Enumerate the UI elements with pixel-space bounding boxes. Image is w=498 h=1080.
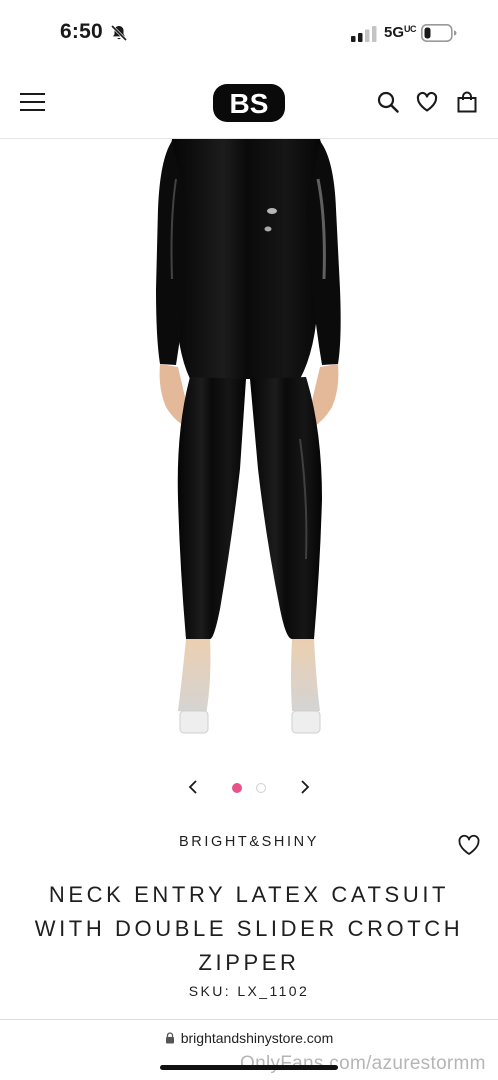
product-title: NECK ENTRY LATEX CATSUIT WITH DOUBLE SLI…	[34, 882, 464, 975]
network-type: 5G	[384, 24, 405, 41]
search-icon[interactable]	[377, 91, 399, 113]
hamburger-menu-icon[interactable]	[20, 92, 45, 112]
logo-text: BS	[230, 88, 269, 119]
brand-logo[interactable]: BS	[213, 84, 285, 122]
url-text[interactable]: brightandshinystore.com	[181, 1030, 334, 1046]
product-brand[interactable]: BRIGHT&SHINY	[0, 834, 498, 850]
site-header: BS	[0, 66, 498, 139]
signal-bars-icon	[351, 26, 377, 42]
shopping-bag-icon[interactable]	[456, 91, 478, 113]
heart-icon[interactable]	[416, 91, 438, 113]
carousel-dot-1[interactable]	[232, 783, 242, 793]
carousel-dot-2[interactable]	[256, 783, 266, 793]
image-carousel-controls	[0, 772, 498, 802]
watermark-text: OnlyFans.com/azurestormm	[240, 1053, 486, 1074]
home-indicator[interactable]	[160, 1065, 338, 1070]
url-display[interactable]: brightandshinystore.com	[165, 1030, 334, 1046]
chevron-left-icon[interactable]	[184, 777, 204, 797]
network-subtype: UC	[404, 24, 417, 34]
product-sku: SKU: LX_1102	[188, 983, 310, 999]
product-image[interactable]	[0, 139, 498, 759]
network-label: 5GUC	[384, 24, 417, 41]
chevron-right-icon[interactable]	[294, 777, 314, 797]
lock-icon	[165, 1032, 174, 1044]
section-divider	[0, 1019, 498, 1020]
battery-low-icon	[421, 24, 457, 42]
heart-outline-icon[interactable]	[457, 834, 481, 856]
status-time: 6:50	[60, 20, 103, 43]
status-bar: 6:50 5GUC	[0, 0, 498, 66]
bell-slash-icon	[110, 24, 128, 42]
